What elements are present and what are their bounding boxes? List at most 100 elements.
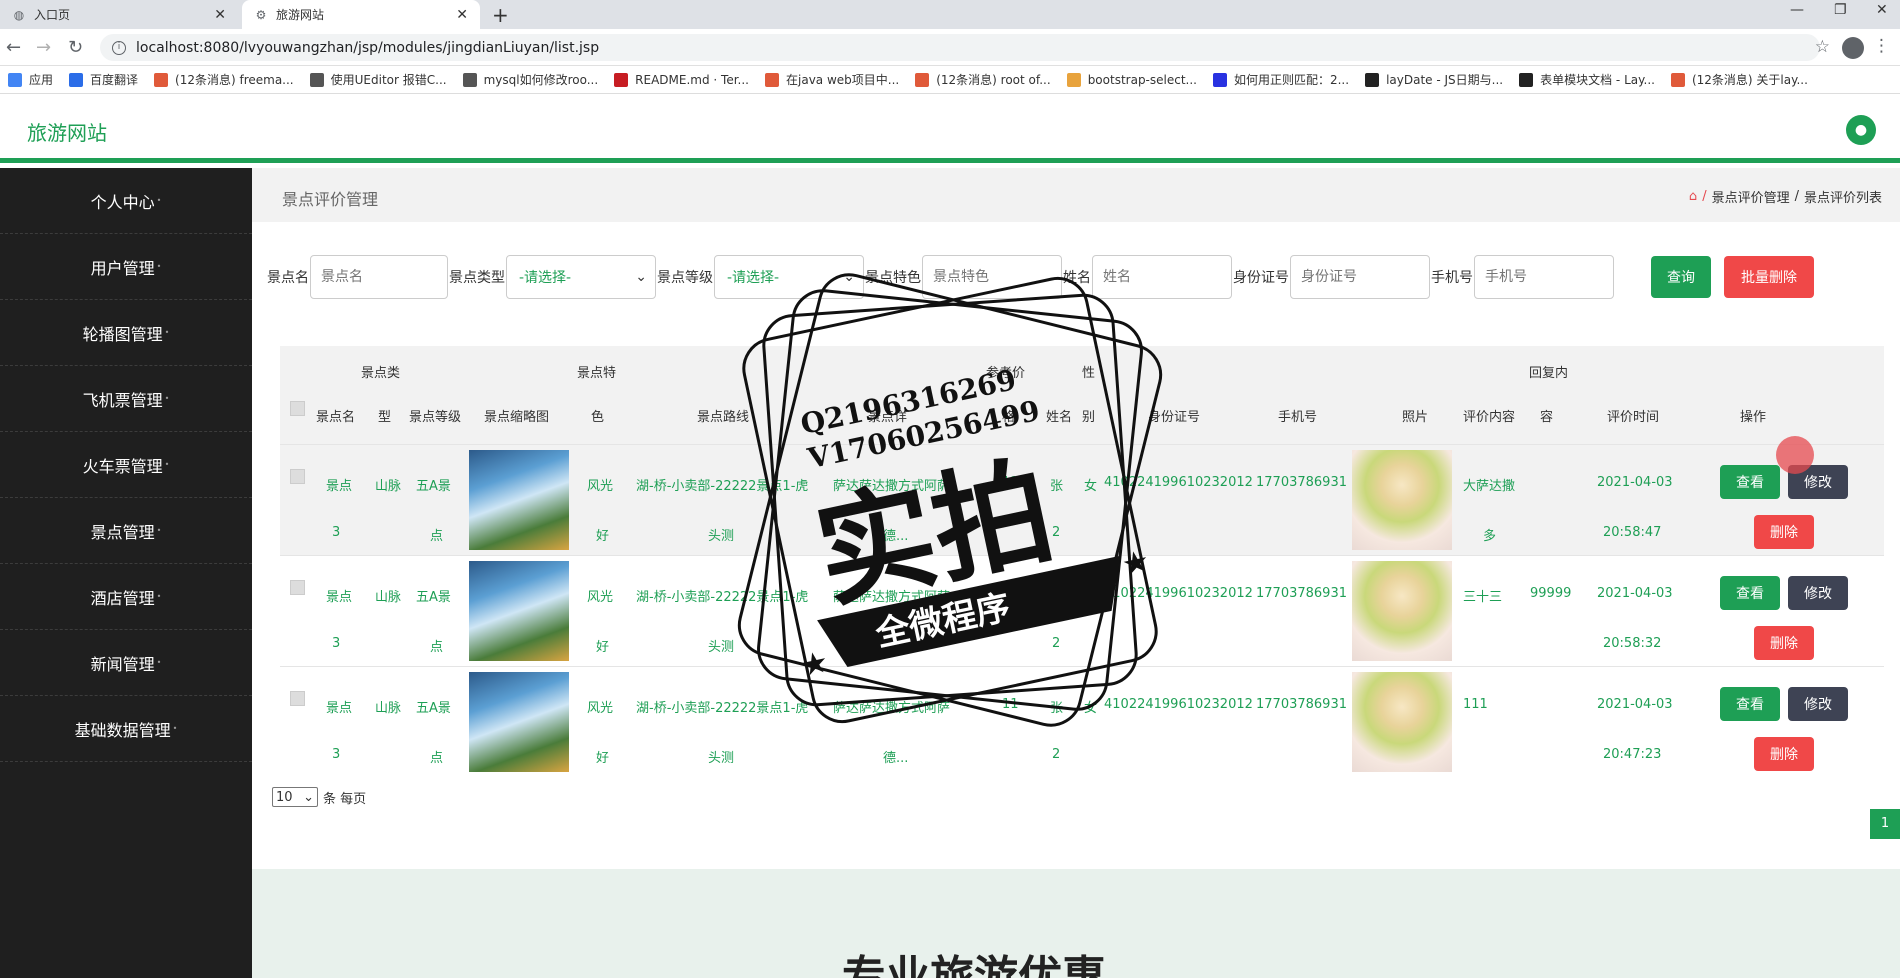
app-header: 旅游网站 ●: [0, 95, 1900, 163]
data-table: 景点类 景点特 参考价 性 回复内 景点名 型 景点等级 景点缩略图 色 景点路…: [280, 346, 1884, 777]
click-indicator: [1776, 436, 1814, 474]
table-cell: 头测: [708, 640, 735, 655]
table-cell: 女: [1084, 590, 1098, 605]
url-field[interactable]: i localhost:8080/lvyouwangzhan/jsp/modul…: [100, 34, 1820, 61]
delete-button[interactable]: 删除: [1754, 515, 1814, 549]
browser-tab-entry[interactable]: ◍ 入口页 ✕: [0, 0, 238, 29]
minimize-icon[interactable]: —: [1790, 2, 1804, 18]
dot-icon: •: [156, 262, 162, 271]
delete-button[interactable]: 删除: [1754, 737, 1814, 771]
spot-feature-input[interactable]: [922, 255, 1062, 299]
sidebar-item[interactable]: 景点管理 •: [0, 498, 252, 564]
select-value: -请选择-: [519, 270, 572, 286]
bookmark-item[interactable]: (12条消息) freema...: [154, 71, 294, 88]
table-cell: 张: [1050, 701, 1064, 716]
bookmark-item[interactable]: 表单模块文档 - Lay...: [1519, 71, 1655, 88]
table-cell: 11: [1002, 586, 1019, 601]
bookmark-item[interactable]: 在java web项目中...: [765, 71, 899, 88]
bookmark-item[interactable]: bootstrap-select...: [1066, 72, 1197, 87]
row-checkbox[interactable]: [290, 580, 305, 595]
page-number-button[interactable]: 1: [1870, 809, 1900, 839]
close-icon[interactable]: ✕: [214, 7, 226, 23]
view-button[interactable]: 查看: [1720, 687, 1780, 721]
sidebar-item[interactable]: 轮播图管理 •: [0, 300, 252, 366]
bookmark-item[interactable]: 应用: [8, 71, 53, 88]
profile-icon[interactable]: [1842, 37, 1864, 59]
dot-icon: •: [156, 196, 162, 205]
table-row[interactable]: 景点 3 山脉 五A景点 风光好 湖-桥-小卖部-22222景点1-虎 头测 萨达萨达撒方式阿…: [280, 444, 1884, 555]
row-checkbox[interactable]: [290, 691, 305, 706]
table-row[interactable]: 景点 3 山脉 五A景点 风光好 湖-桥-小卖部-22222景点1-虎 头测 萨达萨达撒方式阿…: [280, 666, 1884, 777]
table-row[interactable]: 景点 3 山脉 五A景点 风光好 湖-桥-小卖部-22222景点1-虎 头测 萨达萨达撒方式阿…: [280, 555, 1884, 666]
select-all-checkbox[interactable]: [290, 401, 305, 416]
browser-tab-travel[interactable]: ⚙ 旅游网站 ✕: [242, 0, 480, 29]
reload-icon[interactable]: ↻: [68, 37, 83, 58]
bookmark-item[interactable]: 如何用正则匹配：2...: [1212, 71, 1349, 88]
close-window-icon[interactable]: ✕: [1876, 2, 1888, 18]
view-button[interactable]: 查看: [1720, 465, 1780, 499]
column-header: 型: [378, 410, 392, 425]
sidebar-item[interactable]: 基础数据管理 •: [0, 696, 252, 762]
page-size-select[interactable]: 10 ⌄: [272, 787, 318, 807]
bookmark-item[interactable]: mysql如何修改roo...: [462, 71, 598, 88]
sidebar-item[interactable]: 火车票管理 •: [0, 432, 252, 498]
table-cell: 五A景: [416, 479, 451, 494]
close-icon[interactable]: ✕: [456, 7, 468, 23]
forward-icon[interactable]: →: [36, 37, 51, 58]
table-cell: 好: [596, 640, 610, 655]
row-checkbox[interactable]: [290, 469, 305, 484]
restore-icon[interactable]: ❐: [1834, 2, 1847, 18]
table-cell: 德...: [883, 529, 909, 544]
bookmark-label: 使用UEditor 报错C...: [330, 73, 447, 87]
spot-name-input[interactable]: [310, 255, 448, 299]
back-icon[interactable]: ←: [6, 37, 21, 58]
id-number-input[interactable]: [1290, 255, 1430, 299]
bookmark-star-icon[interactable]: ☆: [1815, 37, 1830, 57]
bookmark-item[interactable]: 百度翻译: [69, 71, 138, 88]
user-icon[interactable]: ●: [1846, 115, 1876, 145]
edit-button[interactable]: 修改: [1788, 576, 1848, 610]
sidebar: 个人中心 • 用户管理 • 轮播图管理 • 飞机票管理 • 火车票管理 • 景点管理 • 酒店管理 • 新闻…: [0, 168, 252, 978]
sidebar-item[interactable]: 个人中心 •: [0, 168, 252, 234]
delete-button[interactable]: 删除: [1754, 626, 1814, 660]
home-icon[interactable]: ⌂: [1689, 189, 1697, 204]
tab-title: 旅游网站: [276, 8, 325, 22]
sidebar-item[interactable]: 飞机票管理 •: [0, 366, 252, 432]
tab-title: 入口页: [34, 8, 71, 22]
bookmark-item[interactable]: 使用UEditor 报错C...: [309, 71, 447, 88]
brand-logo[interactable]: 旅游网站: [27, 117, 107, 146]
table-cell: 景点: [326, 479, 353, 494]
search-button[interactable]: 查询: [1651, 256, 1711, 298]
view-button[interactable]: 查看: [1720, 576, 1780, 610]
table-cell: 景点: [326, 590, 353, 605]
menu-kebab-icon[interactable]: ⋮: [1873, 36, 1890, 56]
new-tab-icon[interactable]: +: [492, 3, 509, 27]
bookmark-favicon-icon: [69, 72, 84, 87]
column-header: 姓名: [1046, 410, 1073, 425]
table-cell: 德...: [883, 751, 909, 766]
column-header: 回复内: [1529, 366, 1569, 381]
bookmark-item[interactable]: layDate - JS日期与...: [1365, 71, 1503, 88]
edit-button[interactable]: 修改: [1788, 687, 1848, 721]
bookmark-item[interactable]: README.md · Ter...: [614, 72, 749, 87]
filter-label: 姓名: [1063, 270, 1091, 286]
dot-icon: •: [172, 724, 178, 733]
spot-type-select[interactable]: -请选择- ⌄: [506, 255, 656, 299]
breadcrumb-item[interactable]: 景点评价管理: [1712, 187, 1790, 206]
bookmark-label: layDate - JS日期与...: [1386, 73, 1504, 87]
sidebar-item[interactable]: 酒店管理 •: [0, 564, 252, 630]
sidebar-item[interactable]: 新闻管理 •: [0, 630, 252, 696]
column-header: 评价时间: [1607, 410, 1660, 425]
info-icon[interactable]: i: [112, 40, 126, 55]
phone-input[interactable]: [1474, 255, 1614, 299]
bookmark-item[interactable]: (12条消息) root of...: [915, 71, 1051, 88]
breadcrumb-bar: 景点评价管理 ⌂ / 景点评价管理 / 景点评价列表: [252, 168, 1900, 222]
sidebar-item-label: 基础数据管理: [74, 720, 171, 740]
table-cell: 410224199610232012: [1104, 697, 1253, 712]
person-name-input[interactable]: [1092, 255, 1232, 299]
bookmark-item[interactable]: (12条消息) 关于lay...: [1670, 71, 1808, 88]
batch-delete-button[interactable]: 批量删除: [1724, 256, 1814, 298]
spot-level-select[interactable]: -请选择- ⌄: [714, 255, 864, 299]
dot-icon: •: [164, 328, 170, 337]
sidebar-item[interactable]: 用户管理 •: [0, 234, 252, 300]
